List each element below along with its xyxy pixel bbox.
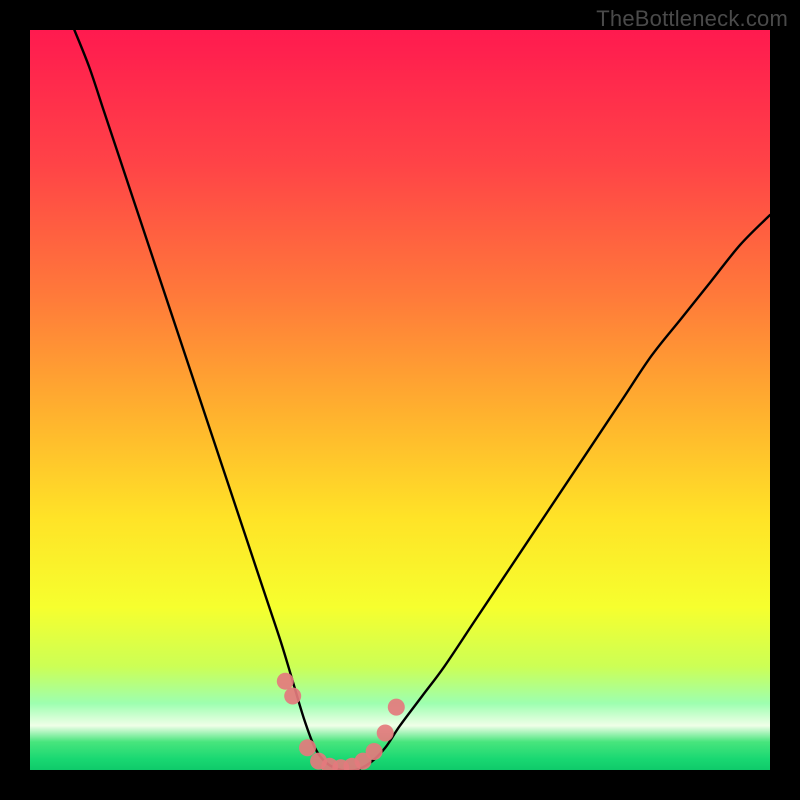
highlight-marker bbox=[277, 673, 294, 690]
highlight-markers bbox=[277, 673, 405, 770]
highlight-marker bbox=[299, 739, 316, 756]
highlight-marker bbox=[388, 699, 405, 716]
highlight-marker bbox=[377, 725, 394, 742]
plot-area bbox=[30, 30, 770, 770]
bottleneck-curve bbox=[74, 30, 770, 770]
highlight-marker bbox=[366, 743, 383, 760]
curve-layer bbox=[30, 30, 770, 770]
chart-frame: TheBottleneck.com bbox=[0, 0, 800, 800]
highlight-marker bbox=[284, 688, 301, 705]
watermark-text: TheBottleneck.com bbox=[596, 6, 788, 32]
